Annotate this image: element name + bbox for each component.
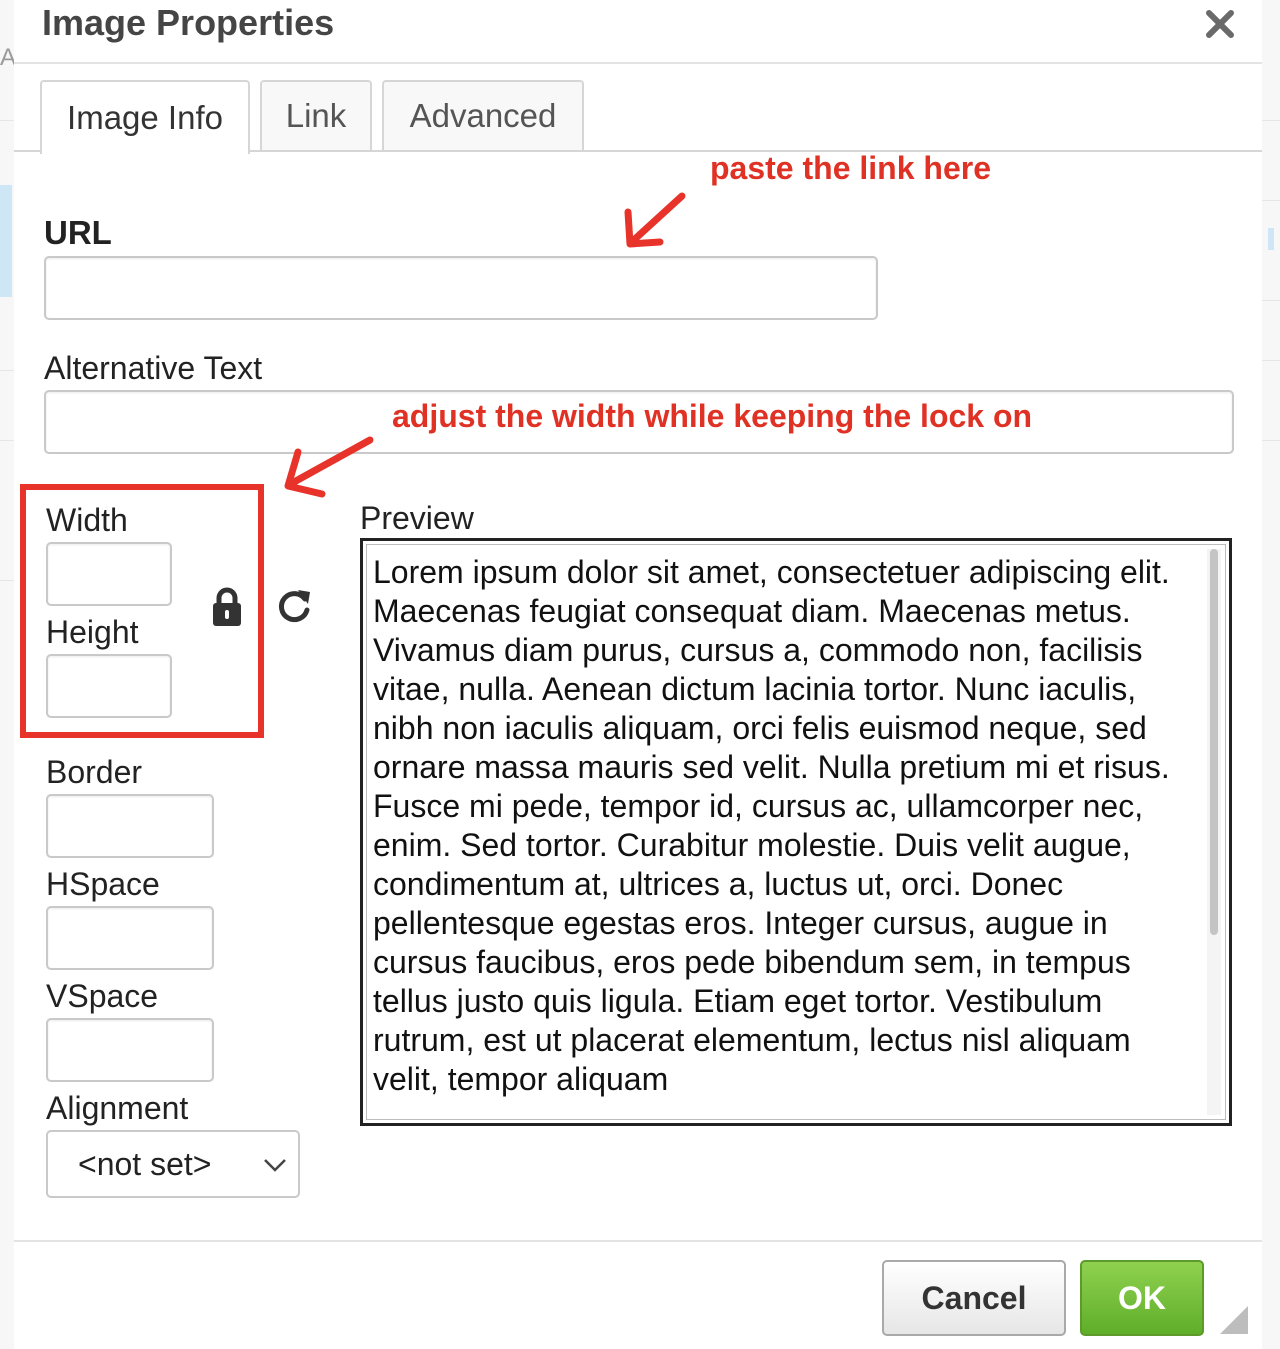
height-label: Height — [46, 614, 139, 650]
background-highlight — [0, 185, 12, 297]
preview-box: Lorem ipsum dolor sit amet, consectetuer… — [360, 538, 1232, 1126]
url-input[interactable] — [44, 256, 878, 320]
tab-label: Advanced — [409, 97, 557, 134]
alt-text-label: Alternative Text — [44, 350, 263, 386]
footer-divider — [14, 1240, 1262, 1242]
preview-frame: Lorem ipsum dolor sit amet, consectetuer… — [366, 544, 1226, 1120]
background-line — [1262, 360, 1280, 361]
tab-image-info[interactable]: Image Info — [40, 80, 250, 154]
preview-scroll-thumb[interactable] — [1210, 549, 1218, 935]
height-input[interactable] — [46, 654, 172, 718]
cancel-button[interactable]: Cancel — [882, 1260, 1066, 1336]
chevron-down-icon — [264, 1159, 286, 1172]
tab-advanced[interactable]: Advanced — [382, 80, 584, 150]
width-input[interactable] — [46, 542, 172, 606]
border-input[interactable] — [46, 794, 214, 858]
background-line — [0, 580, 14, 581]
vspace-label: VSpace — [46, 978, 159, 1014]
hspace-input[interactable] — [46, 906, 214, 970]
alignment-select[interactable]: <not set> — [46, 1130, 300, 1198]
width-label: Width — [46, 502, 128, 538]
background-line — [1262, 120, 1280, 121]
tab-link[interactable]: Link — [260, 80, 372, 150]
tab-label: Link — [285, 97, 347, 134]
border-label: Border — [46, 754, 143, 790]
background-page-left: A — [0, 0, 16, 1349]
preview-label: Preview — [360, 500, 474, 536]
annotation-arrow-icon — [624, 192, 686, 248]
background-page-right — [1261, 0, 1280, 1349]
tab-label: Image Info — [67, 99, 223, 136]
background-line — [0, 370, 14, 371]
background-line — [1262, 200, 1280, 201]
reset-size-icon[interactable] — [274, 586, 314, 626]
background-line — [0, 120, 14, 121]
background-highlight — [1268, 228, 1274, 250]
annotation-arrow-icon — [284, 436, 374, 498]
background-line — [1262, 300, 1280, 301]
title-divider — [14, 62, 1262, 64]
resize-grip-icon[interactable] — [1220, 1306, 1248, 1334]
alignment-label: Alignment — [46, 1090, 189, 1126]
ok-button[interactable]: OK — [1080, 1260, 1204, 1336]
background-line — [1262, 440, 1280, 441]
background-line — [0, 440, 14, 441]
image-properties-dialog: Image Properties Image Info Link Advance… — [14, 0, 1262, 1349]
alignment-selected-value: <not set> — [78, 1145, 212, 1182]
hspace-label: HSpace — [46, 866, 160, 902]
annotation-adjust-width: adjust the width while keeping the lock … — [392, 398, 1033, 434]
url-label: URL — [44, 214, 112, 251]
dialog-title: Image Properties — [42, 2, 335, 43]
preview-text: Lorem ipsum dolor sit amet, consectetuer… — [373, 554, 1170, 1097]
annotation-paste-link: paste the link here — [710, 150, 991, 186]
lock-icon[interactable] — [210, 586, 244, 628]
vspace-input[interactable] — [46, 1018, 214, 1082]
preview-scrollbar[interactable] — [1207, 549, 1221, 1115]
close-icon[interactable] — [1204, 8, 1236, 40]
